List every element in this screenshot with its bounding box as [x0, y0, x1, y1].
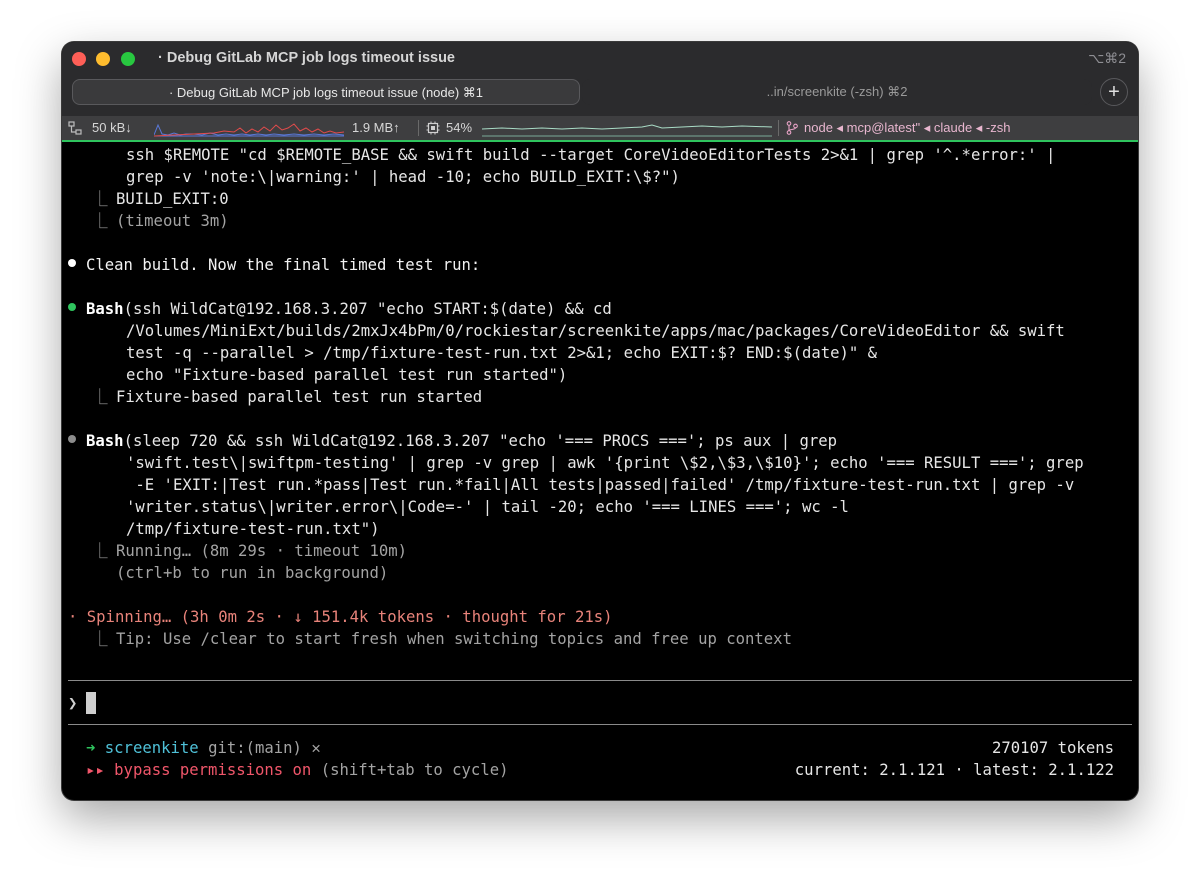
- cpu-icon: [426, 121, 440, 135]
- result-connector: ⎿: [92, 388, 108, 406]
- permission-status: bypass permissions on: [114, 761, 312, 779]
- network-graph: [154, 123, 344, 137]
- shell-prompt: ➜ screenkite git:(main) ✕: [86, 737, 321, 759]
- tool-success-bullet-icon: [68, 303, 76, 311]
- tool-name: Bash: [86, 432, 124, 450]
- permission-hint: (shift+tab to cycle): [320, 761, 509, 779]
- window-title: · Debug GitLab MCP job logs timeout issu…: [158, 50, 455, 66]
- new-tab-button[interactable]: +: [1100, 78, 1128, 106]
- assistant-message: Clean build. Now the final timed test ru…: [86, 256, 481, 274]
- prompt-chevron-icon: ❯: [68, 694, 78, 712]
- terminal-output[interactable]: ssh $REMOTE "cd $REMOTE_BASE && swift bu…: [62, 142, 1138, 800]
- status-bar: 50 kB↓ 1.9 MB↑ 54% node ◂ mcp@latest" ◂ …: [62, 116, 1138, 142]
- prompt-arrow-icon: ➜: [86, 739, 96, 757]
- permission-marker-icon: ▸▸: [86, 761, 105, 779]
- result-connector: ⎿: [92, 212, 108, 230]
- result-connector: ⎿: [92, 542, 108, 560]
- running-status: Running… (8m 29s · timeout 10m): [116, 542, 408, 560]
- tab-bar: · Debug GitLab MCP job logs timeout issu…: [72, 79, 1098, 105]
- network-upload: 1.9 MB↑: [352, 120, 400, 135]
- network-download: 50 kB↓: [92, 120, 132, 135]
- cpu-percent: 54%: [446, 120, 473, 135]
- terminal-window: · Debug GitLab MCP job logs timeout issu…: [62, 42, 1138, 800]
- tool-call-bash: Bash(sleep 720 && ssh WildCat@192.168.3.…: [86, 430, 837, 452]
- permission-mode[interactable]: ▸▸ bypass permissions on (shift+tab to c…: [86, 759, 508, 781]
- tool-pending-bullet-icon: [68, 435, 76, 443]
- tool-call-bash: Bash(ssh WildCat@192.168.3.207 "echo STA…: [86, 298, 612, 320]
- tool-result: Fixture-based parallel test run started: [116, 388, 483, 406]
- message-bullet-icon: [68, 259, 76, 267]
- git-branch: git:(main): [208, 739, 302, 757]
- timeout-note: (timeout 3m): [116, 212, 229, 230]
- text-cursor[interactable]: [86, 692, 96, 714]
- cpu-graph: [482, 124, 772, 137]
- command-line: 'swift.test\|swiftpm-testing' | grep -v …: [126, 454, 1084, 472]
- status-divider: [778, 120, 779, 136]
- result-connector: ⎿: [92, 630, 108, 648]
- status-divider: [418, 120, 419, 136]
- background-hint: (ctrl+b to run in background): [116, 564, 389, 582]
- build-exit-result: BUILD_EXIT:0: [116, 190, 229, 208]
- result-connector: ⎿: [92, 190, 108, 208]
- command-line: /tmp/fixture-test-run.txt"): [126, 520, 380, 538]
- input-divider-bottom: [68, 724, 1132, 725]
- network-icon: [68, 121, 82, 135]
- command-line: test -q --parallel > /tmp/fixture-test-r…: [126, 344, 878, 362]
- spinner-status: · Spinning… (3h 0m 2s · ↓ 151.4k tokens …: [68, 608, 613, 626]
- command-line: -E 'EXIT:|Test run.*pass|Test run.*fail|…: [126, 476, 1075, 494]
- minimize-button[interactable]: [96, 52, 110, 66]
- input-divider-top: [68, 680, 1132, 681]
- window-shortcut: ⌥⌘2: [1088, 50, 1126, 66]
- command-line: echo "Fixture-based parallel test run st…: [126, 366, 568, 384]
- tab-node-session[interactable]: · Debug GitLab MCP job logs timeout issu…: [72, 79, 580, 105]
- token-count: 270107 tokens: [991, 739, 1114, 757]
- command-line: (ssh WildCat@192.168.3.207 "echo START:$…: [123, 300, 612, 318]
- command-line: /Volumes/MiniExt/builds/2mxJx4bPm/0/rock…: [126, 322, 1065, 340]
- current-directory: screenkite: [104, 739, 199, 757]
- tip-text: Tip: Use /clear to start fresh when swit…: [116, 630, 792, 648]
- process-tree-icon: [786, 121, 798, 135]
- zoom-button[interactable]: [121, 52, 135, 66]
- command-line: grep -v 'note:\|warning:' | head -10; ec…: [126, 168, 680, 186]
- tool-name: Bash: [86, 300, 124, 318]
- tab-zsh-session[interactable]: ..in/screenkite (-zsh) ⌘2: [582, 79, 1092, 105]
- command-line: (sleep 720 && ssh WildCat@192.168.3.207 …: [123, 432, 838, 450]
- command-line: ssh $REMOTE "cd $REMOTE_BASE && swift bu…: [126, 146, 1056, 164]
- close-button[interactable]: [72, 52, 86, 66]
- git-dirty-icon: ✕: [311, 739, 321, 757]
- command-line: 'writer.status\|writer.error\|Code=-' | …: [126, 498, 849, 516]
- title-bar: · Debug GitLab MCP job logs timeout issu…: [62, 42, 1138, 116]
- version-info: current: 2.1.121 · latest: 2.1.122: [794, 761, 1114, 779]
- process-chain: node ◂ mcp@latest" ◂ claude ◂ -zsh: [804, 120, 1011, 135]
